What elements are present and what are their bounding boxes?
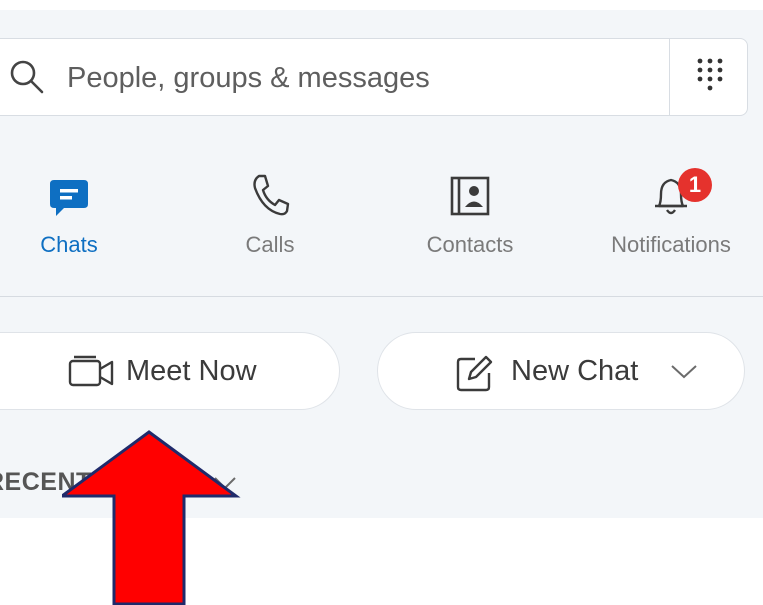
tab-contacts[interactable]: Contacts [410,160,530,270]
divider [0,296,763,297]
compose-icon [456,355,493,392]
red-arrow-annotation [62,430,241,605]
search-bar[interactable] [0,38,748,116]
dialpad-button[interactable] [669,39,749,115]
tab-label: Contacts [426,232,514,257]
tab-label: Calls [245,232,295,257]
new-chat-button[interactable]: New Chat [377,332,745,410]
search-input[interactable] [65,49,629,107]
tab-label: Notifications [611,232,731,257]
dialpad-icon [697,58,723,91]
meet-now-label: Meet Now [126,355,257,387]
search-icon [10,60,44,94]
video-camera-icon [68,355,114,387]
tab-label: Chats [40,232,98,257]
notification-badge: 1 [678,168,712,202]
chevron-down-icon[interactable] [670,363,698,379]
new-chat-label: New Chat [511,355,639,387]
chat-icon [50,180,88,216]
contact-card-icon [450,176,490,216]
tab-notifications[interactable]: 1 Notifications [596,160,746,270]
meet-now-button[interactable]: Meet Now [0,332,340,410]
tab-chats[interactable]: Chats [29,160,109,270]
tab-calls[interactable]: Calls [230,160,310,270]
phone-icon [253,174,290,216]
